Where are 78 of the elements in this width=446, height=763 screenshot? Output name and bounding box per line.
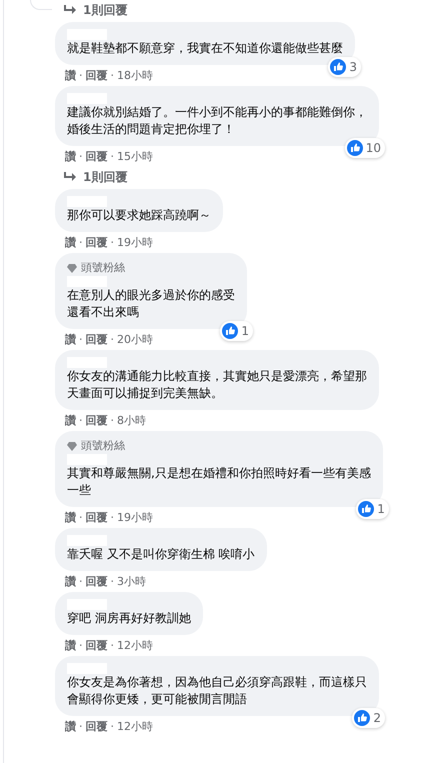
fan-label: 頭號粉絲 [81,260,125,276]
comment-action-link[interactable]: 回覆 [86,718,108,734]
separator-dot: · [110,68,114,82]
thumbs-up-icon [330,59,346,75]
comment-line: 還看不出來嗎 [67,304,140,321]
separator-dot: · [110,720,114,732]
comment-action-link[interactable]: 讚 [65,332,76,346]
comment-action-link[interactable]: 回覆 [86,638,108,652]
separator-dot: · [79,638,82,652]
comment-line: 靠夭喔 又不是叫你穿衛生棉 唉唷小 [67,546,255,563]
view-replies-link[interactable]: 1則回覆 [55,167,128,187]
comment-action-link[interactable]: 回覆 [86,412,108,428]
separator-dot: · [79,332,82,346]
comment-action-link[interactable]: 回覆 [86,68,108,82]
separator-dot: · [79,510,82,524]
comment-line: 天畫面可以捕捉到完美無缺。 [67,385,224,402]
fan-label: 頭號粉絲 [81,438,125,454]
separator-dot: · [110,332,114,346]
separator-dot: · [110,150,114,162]
thumbs-up-icon [354,710,370,726]
comment-action-link[interactable]: 讚 [65,718,76,734]
separator-dot: · [110,638,114,652]
thumbs-up-icon [346,140,363,156]
comment-action-link[interactable]: 回覆 [86,234,108,250]
comment-action-link[interactable]: 讚 [65,68,76,82]
comment-line: 其實和尊嚴無關,只是想在婚禮和你拍照時好看一些有美感 [67,465,371,482]
comment-line: 就是鞋墊都不願意穿，我實在不知道你還能做些甚麼 [67,40,343,57]
comment-action-link[interactable]: 讚 [65,574,76,588]
comment-line: 你女友是為你著想，因為他自己必須穿高跟鞋，而這樣只 [67,674,367,691]
separator-dot: · [110,510,114,524]
comment-action-link[interactable]: 讚 [65,510,76,524]
reaction-count[interactable]: 3 [328,57,361,77]
separator-dot: · [110,236,114,248]
comment-time[interactable]: 8小時 [117,412,146,428]
comment-action-link[interactable]: 讚 [65,412,76,428]
comment-action-link[interactable]: 讚 [65,638,76,652]
separator-dot: · [110,414,114,426]
separator-dot: · [79,574,82,588]
diamond-icon [67,442,77,450]
diamond-icon [67,264,77,272]
comment-line: 穿吧 洞房再好好教訓她 [67,610,191,627]
thumbs-up-icon [358,501,374,517]
separator-dot: · [79,150,82,162]
separator-dot: · [79,236,82,248]
thumbs-up-icon [222,323,238,339]
separator-dot: · [110,574,114,588]
comment-action-link[interactable]: 回覆 [86,148,108,164]
comment-action-link[interactable]: 回覆 [86,332,108,346]
comment-action-link[interactable]: 讚 [65,148,76,164]
comment-time[interactable]: 3小時 [117,574,146,588]
comment-time[interactable]: 18小時 [117,68,153,82]
reaction-count[interactable]: 1 [356,499,389,519]
comment-action-link[interactable]: 回覆 [86,510,108,524]
comment-time[interactable]: 20小時 [117,332,153,346]
comment-line: 你女友的溝通能力比較直接，其實她只是愛漂亮，希望那 [67,368,367,385]
comment-time[interactable]: 12小時 [117,718,153,734]
comment-time[interactable]: 15小時 [117,148,153,164]
comment-line: 在意別人的眼光多過於你的感受 [67,287,235,304]
comment-time[interactable]: 19小時 [117,510,153,524]
comment-action-link[interactable]: 讚 [65,234,76,250]
reply-arrow-icon [63,4,77,16]
comment-line: 建議你就別結婚了。一件小到不能再小的事都能難倒你， [67,104,367,121]
reaction-count[interactable]: 2 [352,708,385,728]
comment-line: 那你可以要求她踩高蹺啊～ [67,207,211,224]
reaction-count[interactable]: 10 [344,138,385,158]
reply-arrow-icon [63,171,77,183]
reaction-count[interactable]: 1 [220,321,253,341]
separator-dot: · [79,68,82,82]
view-replies-link[interactable]: 1則回覆 [55,0,128,20]
comment-line: 一些 [67,482,92,499]
separator-dot: · [79,414,82,426]
separator-dot: · [79,720,82,732]
thread-connector-line [30,0,52,10]
comment-action-link[interactable]: 回覆 [86,574,108,588]
comment-line: 婚後生活的問題肯定把你埋了！ [67,121,236,138]
comment-line: 會顯得你更矮，更可能被閒言閒語 [67,691,248,708]
comment-time[interactable]: 19小時 [117,234,153,250]
comment-time[interactable]: 12小時 [117,638,153,652]
